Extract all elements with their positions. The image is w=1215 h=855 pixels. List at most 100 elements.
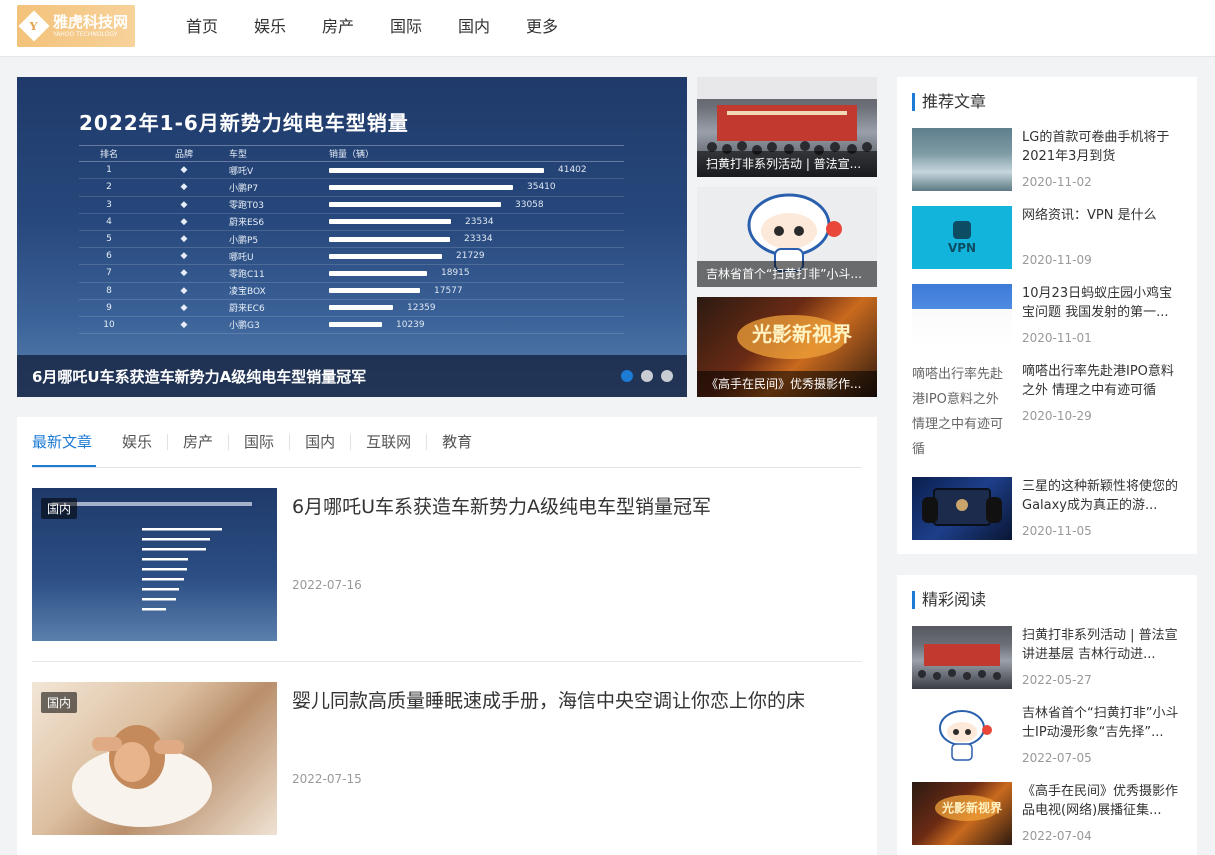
item-thumbnail[interactable] <box>912 128 1012 191</box>
slide-caption[interactable]: 6月哪吒U车系获造车新势力A级纯电车型销量冠军 <box>32 366 366 387</box>
sales-bar <box>329 270 427 276</box>
article-date: 2022-07-16 <box>292 578 362 592</box>
brand-logo-icon: ◆ <box>180 182 188 193</box>
sales-bar <box>329 219 451 225</box>
slider-dot-1[interactable] <box>621 370 633 382</box>
tab-latest[interactable]: 最新文章 <box>32 434 107 467</box>
sales-cell: 21729 <box>329 248 624 264</box>
article-title[interactable]: 6月哪吒U车系获造车新势力A级纯电车型销量冠军 <box>292 492 711 519</box>
nav-domestic[interactable]: 国内 <box>440 0 508 57</box>
broken-image-alt-text[interactable]: 嘀嗒出行率先赴港IPO意料之外 情理之中有迹可循 <box>912 362 1012 462</box>
tab-internet[interactable]: 互联网 <box>350 434 426 450</box>
category-tabs: 最新文章 娱乐 房产 国际 国内 互联网 教育 <box>32 417 862 468</box>
svg-text:光影新视界: 光影新视界 <box>941 800 1002 815</box>
nav-entertainment[interactable]: 娱乐 <box>236 0 304 57</box>
site-logo[interactable]: Y 雅虎科技网 YAHOO TECHNOLOGY <box>17 5 135 47</box>
tab-realestate[interactable]: 房产 <box>167 434 228 450</box>
tab-international[interactable]: 国际 <box>228 434 289 450</box>
article-date: 2022-07-15 <box>292 772 362 786</box>
item-title[interactable]: LG的首款可卷曲手机将于2021年3月到货 <box>1022 128 1182 166</box>
sales-bar <box>329 184 513 190</box>
sidebar-item[interactable]: 10月23日蚂蚁庄园小鸡宝宝问题 我国发射的第一... 2020-11-01 <box>912 284 1187 347</box>
recommended-articles-box: 推荐文章 LG的首款可卷曲手机将于2021年3月到货 2020-11-02 VP… <box>897 77 1197 554</box>
slide-table-row: 5 ◆ 小鹏P5 23334 <box>79 231 624 249</box>
sales-value: 17577 <box>434 285 463 296</box>
sales-value: 23334 <box>464 234 493 245</box>
side-thumb-caption: 扫黄打非系列活动 | 普法宣... <box>697 151 877 177</box>
nav-realestate[interactable]: 房产 <box>304 0 372 57</box>
item-title[interactable]: 《高手在民间》优秀摄影作品电视(网络)展播征集... <box>1022 782 1182 820</box>
nav-more[interactable]: 更多 <box>508 0 576 57</box>
item-thumbnail[interactable] <box>912 626 1012 689</box>
slide-image-headline: 2022年1-6月新势力纯电车型销量 <box>79 111 409 135</box>
nav-home[interactable]: 首页 <box>168 0 236 57</box>
slide-table-row: 6 ◆ 哪吒U 21729 <box>79 248 624 266</box>
item-thumbnail[interactable] <box>912 704 1012 767</box>
brand-logo-icon: ◆ <box>180 165 188 176</box>
sales-value: 41402 <box>558 165 587 176</box>
tab-domestic[interactable]: 国内 <box>289 434 350 450</box>
tab-entertainment[interactable]: 娱乐 <box>107 434 167 450</box>
side-thumb-3[interactable]: 光影新视界 《高手在民间》优秀摄影作... <box>697 297 877 397</box>
col-rank: 排名 <box>99 150 118 161</box>
article-title[interactable]: 婴儿同款高质量睡眠速成手册，海信中央空调让你恋上你的床 <box>292 686 805 713</box>
sidebar-item[interactable]: 三星的这种新颖性将使您的Galaxy成为真正的游... 2020-11-05 <box>912 477 1187 540</box>
slider-dot-2[interactable] <box>641 370 653 382</box>
sales-bar <box>329 202 501 208</box>
slide-image-table: 排名 品牌 车型 销量（辆） 1 ◆ 哪吒V 41402 2 ◆ 小鹏P7 35410 3 ◆ 零跑… <box>79 145 624 335</box>
sales-value: 33058 <box>515 199 544 210</box>
rank-cell: 10 <box>103 319 115 330</box>
mascot-image <box>939 710 992 761</box>
item-thumbnail[interactable] <box>912 477 1012 540</box>
rank-cell: 5 <box>106 234 112 245</box>
item-title[interactable]: 10月23日蚂蚁庄园小鸡宝宝问题 我国发射的第一... <box>1022 284 1182 322</box>
item-thumbnail[interactable]: VPN <box>912 206 1012 269</box>
model-cell: 小鹏P5 <box>229 235 259 246</box>
slide-table-row: 7 ◆ 零跑C11 18915 <box>79 265 624 283</box>
item-title[interactable]: 嘀嗒出行率先赴港IPO意料之外 情理之中有迹可循 <box>1022 362 1182 400</box>
item-title[interactable]: 扫黄打非系列活动 | 普法宣讲进基层 吉林行动进... <box>1022 626 1182 664</box>
article-thumbnail[interactable]: 国内 <box>32 488 277 641</box>
item-thumbnail[interactable] <box>912 284 1012 347</box>
tab-education[interactable]: 教育 <box>426 434 487 450</box>
article-thumbnail[interactable]: 国内 <box>32 682 277 835</box>
article-list-panel: 最新文章 娱乐 房产 国际 国内 互联网 教育 国内 6月哪吒U车系获造车新势力… <box>17 417 877 855</box>
sidebar-item[interactable]: 吉林省首个“扫黄打非”小斗士IP动漫形象“吉先择”... 2022-07-05 <box>912 704 1187 767</box>
sidebar-item[interactable]: 扫黄打非系列活动 | 普法宣讲进基层 吉林行动进... 2022-05-27 <box>912 626 1187 689</box>
slide-table-row: 4 ◆ 蔚来ES6 23534 <box>79 214 624 231</box>
sales-cell: 18915 <box>329 265 624 281</box>
item-title[interactable]: 吉林省首个“扫黄打非”小斗士IP动漫形象“吉先择”... <box>1022 704 1182 742</box>
item-title[interactable]: 三星的这种新颖性将使您的Galaxy成为真正的游... <box>1022 477 1182 515</box>
brand-logo-icon: ◆ <box>180 268 188 279</box>
rank-cell: 8 <box>106 285 112 296</box>
svg-text:光影新视界: 光影新视界 <box>751 322 852 346</box>
slide-table-header: 排名 品牌 车型 销量（辆） <box>79 145 624 163</box>
item-date: 2020-10-29 <box>1022 409 1092 423</box>
model-cell: 小鹏P7 <box>229 183 259 194</box>
brand-logo-icon: ◆ <box>180 319 188 330</box>
slide-table-row: 10 ◆ 小鹏G3 10239 <box>79 317 624 335</box>
sidebar-item[interactable]: VPN 网络资讯：VPN 是什么 2020-11-09 <box>912 206 1187 269</box>
sales-cell: 23334 <box>329 231 624 247</box>
nav-international[interactable]: 国际 <box>372 0 440 57</box>
rank-cell: 6 <box>106 251 112 262</box>
item-thumbnail[interactable]: 光影新视界 <box>912 782 1012 845</box>
logo-mark-icon: Y <box>18 10 50 42</box>
item-title[interactable]: 网络资讯：VPN 是什么 <box>1022 206 1182 225</box>
sales-value: 23534 <box>465 216 494 227</box>
side-thumb-2[interactable]: 吉林省首个“扫黄打非”小斗... <box>697 187 877 287</box>
model-cell: 零跑T03 <box>229 201 264 212</box>
article-item: 国内 婴儿同款高质量睡眠速成手册，海信中央空调让你恋上你的床 2022-07-1… <box>32 682 862 836</box>
slider-dot-3[interactable] <box>661 370 673 382</box>
sidebar-item[interactable]: 光影新视界 《高手在民间》优秀摄影作品电视(网络)展播征集... 2022-07… <box>912 782 1187 845</box>
sidebar-item[interactable]: LG的首款可卷曲手机将于2021年3月到货 2020-11-02 <box>912 128 1187 191</box>
item-date: 2020-11-02 <box>1022 175 1092 189</box>
side-thumb-1[interactable]: 扫黄打非系列活动 | 普法宣... <box>697 77 877 177</box>
slide-table-row: 9 ◆ 蔚来EC6 12359 <box>79 300 624 317</box>
col-model: 车型 <box>229 150 248 161</box>
featured-slider[interactable]: 2022年1-6月新势力纯电车型销量 排名 品牌 车型 销量（辆） 1 ◆ 哪吒V 4… <box>17 77 687 397</box>
sidebar-item[interactable]: 嘀嗒出行率先赴港IPO意料之外 情理之中有迹可循 嘀嗒出行率先赴港IPO意料之外… <box>912 362 1187 462</box>
rank-cell: 7 <box>106 268 112 279</box>
article-item: 国内 6月哪吒U车系获造车新势力A级纯电车型销量冠军 2022-07-16 <box>32 488 862 662</box>
rank-cell: 9 <box>106 302 112 313</box>
